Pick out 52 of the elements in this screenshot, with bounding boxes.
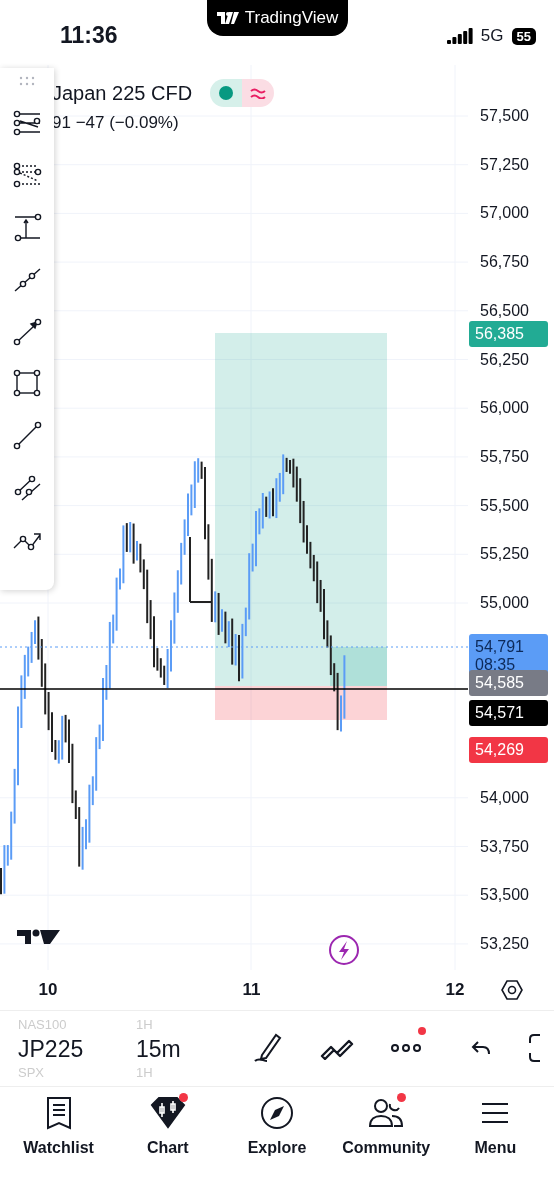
date-tick: 12	[445, 980, 465, 1000]
price-label: 54,269	[469, 737, 548, 763]
settings-icon[interactable]	[500, 978, 524, 1002]
price-tick: 55,500	[480, 496, 529, 515]
price-tick: 53,750	[480, 837, 529, 856]
price-tick: 56,250	[480, 350, 529, 369]
undo-icon[interactable]	[470, 1039, 492, 1057]
price-tick: 56,750	[480, 253, 529, 272]
measure-icon[interactable]	[12, 212, 42, 242]
nav-tab[interactable]: Community	[334, 1095, 439, 1157]
battery-level: 55	[511, 27, 536, 45]
price-chart-drawing[interactable]	[0, 615, 57, 896]
nav-tab[interactable]: Chart	[115, 1095, 220, 1157]
line-icon[interactable]	[12, 420, 42, 450]
fullscreen-icon[interactable]	[528, 1033, 542, 1063]
fib-lines-icon[interactable]	[12, 160, 42, 190]
fib-lines-icon[interactable]	[12, 108, 42, 138]
signal-icon	[446, 28, 473, 44]
nav-tab[interactable]: Watchlist	[6, 1095, 111, 1157]
drag-handle-icon[interactable]	[18, 76, 36, 86]
nav-tab[interactable]: Menu	[443, 1095, 548, 1157]
network-type: 5G	[480, 26, 504, 46]
price-tick: 56,000	[480, 399, 529, 418]
price-label: 54,571	[469, 700, 548, 726]
symbol-option[interactable]: JP225	[18, 1033, 136, 1064]
clock: 11:36	[60, 22, 118, 49]
date-tick: 10	[38, 980, 58, 1000]
nav-tab[interactable]: Explore	[224, 1095, 329, 1157]
price-tick: 53,250	[480, 934, 529, 953]
rectangle-icon[interactable]	[12, 368, 42, 398]
brand-name: TradingView	[244, 8, 339, 28]
lightning-icon[interactable]	[329, 935, 359, 965]
price-label: 56,385	[469, 321, 548, 347]
arrow-icon[interactable]	[12, 316, 42, 346]
pen-icon[interactable]	[252, 1031, 284, 1065]
interval-option[interactable]: 15m	[136, 1033, 216, 1064]
market-status-badge[interactable]	[210, 79, 275, 107]
more-icon[interactable]	[390, 1043, 422, 1053]
logo-icon	[216, 12, 239, 24]
price-tick: 55,750	[480, 447, 529, 466]
symbol-name[interactable]: Japan 225 CFD	[52, 81, 193, 105]
price-tick: 54,000	[480, 788, 529, 807]
price-label: 54,585	[469, 670, 548, 696]
trading-logo-icon	[17, 929, 60, 944]
price-tick: 57,000	[480, 204, 529, 223]
price-tick: 56,500	[480, 301, 529, 320]
price-tick: 55,000	[480, 594, 529, 612]
price-tick: 57,500	[480, 107, 529, 125]
date-tick: 11	[242, 980, 261, 1000]
price-tick: 57,250	[480, 155, 529, 174]
price-tick: 53,500	[480, 886, 529, 905]
price-tick: 55,250	[480, 545, 529, 564]
